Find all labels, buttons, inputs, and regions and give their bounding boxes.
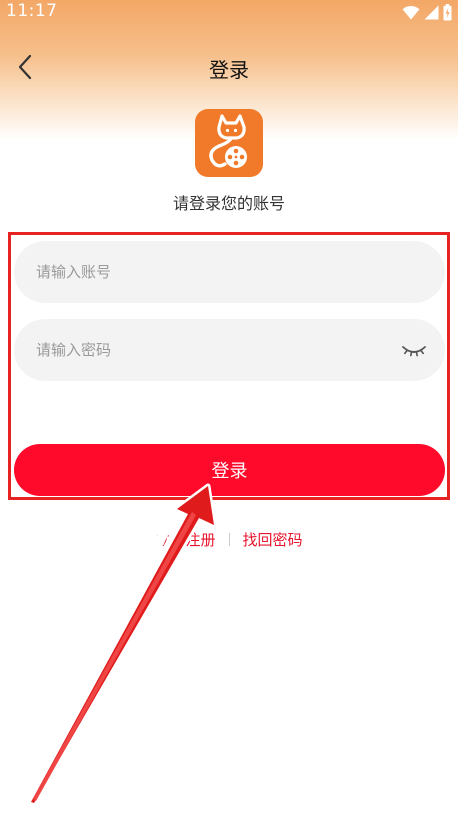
- account-links: 立即注册 找回密码: [0, 529, 458, 550]
- status-bar: 11:17: [0, 0, 458, 24]
- forgot-password-link[interactable]: 找回密码: [243, 529, 303, 550]
- login-subtitle: 请登录您的账号: [172, 194, 285, 213]
- register-link[interactable]: 立即注册: [155, 529, 215, 550]
- login-button[interactable]: 登录: [14, 444, 445, 496]
- status-icons: [402, 3, 452, 21]
- link-divider: [228, 533, 230, 546]
- cat-film-reel-logo-icon: [209, 114, 247, 168]
- account-field: [14, 241, 445, 303]
- page-title: 登录: [209, 58, 249, 82]
- eye-closed-icon[interactable]: [401, 338, 427, 362]
- password-input[interactable]: [36, 319, 396, 381]
- battery-icon: [443, 3, 452, 21]
- nav-bar: 登录: [0, 44, 458, 94]
- status-time: 11:17: [6, 1, 58, 21]
- wifi-icon: [402, 5, 420, 20]
- app-logo: [195, 109, 263, 177]
- password-field: [14, 319, 445, 381]
- account-input[interactable]: [36, 241, 396, 303]
- signal-icon: [424, 5, 439, 20]
